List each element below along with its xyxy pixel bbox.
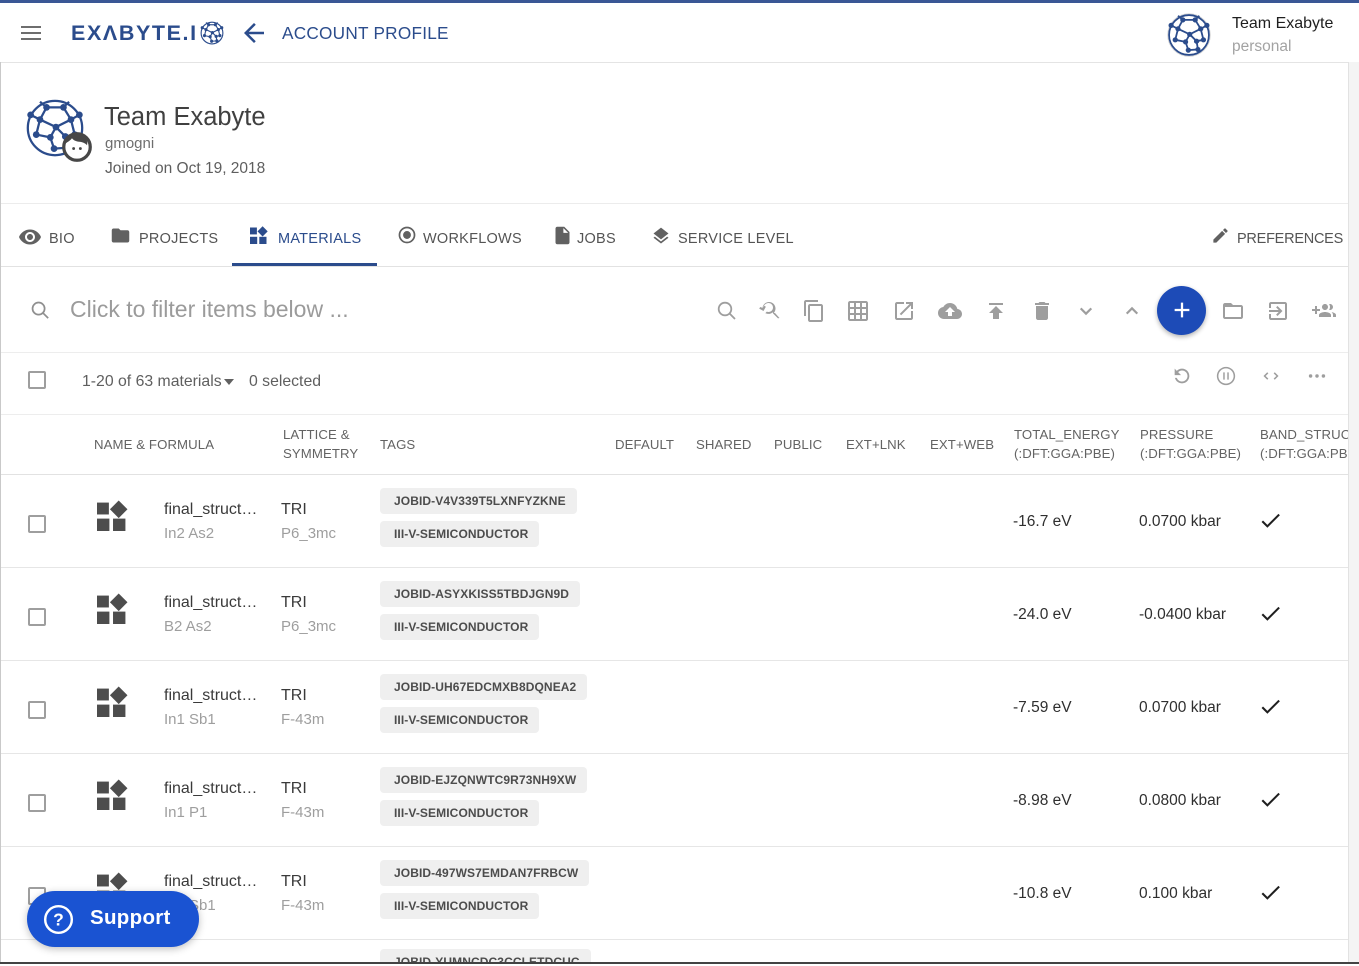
svg-text:?: ?: [53, 909, 64, 929]
